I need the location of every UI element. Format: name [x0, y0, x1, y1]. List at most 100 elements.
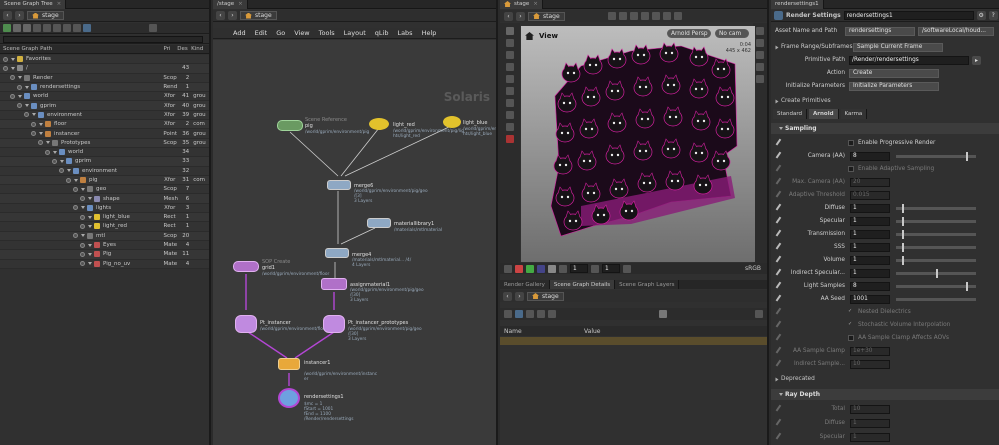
chevron-right-icon[interactable]	[775, 45, 779, 49]
points-icon[interactable]	[756, 63, 764, 71]
table-row[interactable]: Pig_no_uv Mate 4	[0, 259, 209, 269]
transmission-slider[interactable]	[896, 229, 976, 239]
tab-viewer[interactable]: stage ×	[500, 0, 543, 9]
menu-layout[interactable]: Layout	[344, 29, 366, 37]
chevron-down-icon[interactable]	[81, 206, 85, 210]
aa-seed-input[interactable]: 1001	[850, 294, 890, 304]
attributes-icon[interactable]	[515, 310, 523, 318]
path-field[interactable]: stage	[528, 11, 565, 21]
tab-stage-network[interactable]: /stage ×	[213, 0, 248, 9]
help-icon[interactable]: ?	[988, 11, 998, 20]
slider-handle[interactable]	[902, 216, 905, 226]
sss-input[interactable]: 1	[850, 242, 890, 252]
visibility-icon[interactable]	[59, 168, 64, 174]
chevron-down-icon[interactable]	[74, 178, 78, 182]
close-icon[interactable]: ×	[533, 1, 538, 7]
chevron-down-icon[interactable]	[46, 141, 50, 145]
exposure-icon[interactable]	[559, 264, 567, 273]
visibility-icon[interactable]	[73, 186, 78, 192]
visibility-icon[interactable]	[31, 121, 36, 127]
back-icon[interactable]: ‹	[503, 291, 512, 301]
chevron-down-icon[interactable]	[18, 76, 22, 80]
chevron-down-icon[interactable]	[67, 169, 71, 173]
frame-field[interactable]: 1	[570, 264, 588, 273]
tab-karma[interactable]: Karma	[840, 109, 868, 119]
table-row[interactable]: Prototypes Scop 35 grou	[0, 138, 209, 148]
column-des[interactable]: Des	[177, 46, 191, 52]
blue-channel-icon[interactable]	[537, 264, 545, 273]
rotate-icon[interactable]	[506, 51, 514, 59]
node-merge4[interactable]	[325, 248, 349, 258]
table-row[interactable]: rendersettings Rend 1	[0, 82, 209, 93]
display-icon[interactable]	[662, 12, 671, 20]
aa-clamp-input[interactable]: 1e+30	[850, 346, 890, 356]
aa-seed-slider[interactable]	[896, 297, 976, 301]
backface-icon[interactable]	[756, 51, 764, 59]
table-row[interactable]: instancer Point 36 grou	[0, 129, 209, 139]
metadata-icon[interactable]	[526, 310, 534, 318]
visibility-icon[interactable]	[10, 75, 15, 81]
brush-icon[interactable]	[775, 333, 786, 343]
node-merge6[interactable]	[327, 180, 351, 190]
move-icon[interactable]	[506, 39, 514, 47]
adaptive-threshold-input[interactable]: 0.015	[850, 190, 890, 200]
table-row[interactable]: Eyes Mate 4	[0, 240, 209, 251]
back-icon[interactable]: ‹	[216, 11, 225, 20]
camera-aa-input[interactable]: 8	[850, 151, 890, 161]
chevron-down-icon[interactable]	[11, 66, 15, 70]
checkbox[interactable]	[848, 166, 854, 172]
chevron-down-icon[interactable]	[25, 85, 29, 89]
menu-edit[interactable]: Edit	[255, 29, 268, 37]
tab-scene-graph-tree[interactable]: Scene Graph Tree ×	[0, 0, 67, 9]
close-icon[interactable]: ×	[238, 1, 243, 7]
table-row[interactable]: environment 32	[0, 166, 209, 176]
path-field[interactable]: stage	[527, 291, 564, 301]
init-dropdown[interactable]: Initialize Parameters	[849, 81, 939, 91]
chevron-down-icon[interactable]	[81, 187, 85, 191]
path-field[interactable]: stage	[27, 11, 64, 20]
node-rendersettings1[interactable]	[278, 388, 300, 408]
camera-icon[interactable]	[651, 12, 660, 20]
slider-handle[interactable]	[902, 242, 905, 252]
table-row[interactable]: lights Xfor 3	[0, 203, 209, 214]
node-grid1[interactable]	[233, 261, 259, 272]
details-icon[interactable]	[504, 310, 512, 318]
slider-handle[interactable]	[966, 151, 969, 161]
light-icon[interactable]	[53, 24, 61, 32]
select-icon[interactable]	[506, 27, 514, 35]
table-row[interactable]: floor Xfor 2 com	[0, 120, 209, 130]
tab-scene-graph-details[interactable]: Scene Graph Details	[549, 280, 616, 289]
table-row[interactable]: gprim 33	[0, 157, 209, 167]
path-field[interactable]: stage	[240, 11, 277, 20]
light-samples-slider[interactable]	[896, 281, 976, 291]
table-row[interactable]: light_red Rect 1	[0, 222, 209, 232]
search-input[interactable]	[3, 35, 203, 43]
column-pri[interactable]: Pri	[163, 46, 177, 52]
chevron-down-icon[interactable]	[88, 224, 92, 228]
details-selected-row[interactable]	[500, 337, 767, 345]
sss-slider[interactable]	[896, 242, 976, 252]
brush-icon[interactable]	[775, 138, 786, 148]
table-row[interactable]: world 34	[0, 147, 209, 158]
visibility-icon[interactable]	[73, 205, 78, 211]
node-pt-instancer-prototypes[interactable]	[323, 315, 345, 333]
tab-params[interactable]: rendersettings1	[771, 0, 824, 9]
chevron-down-icon[interactable]	[39, 122, 43, 126]
tab-arnold[interactable]: Arnold	[809, 109, 839, 119]
table-row[interactable]: world Xfor 41 grou	[0, 92, 209, 102]
light-tool-icon[interactable]	[506, 99, 514, 107]
forward-icon[interactable]: ›	[228, 11, 237, 20]
layers-icon[interactable]	[548, 310, 556, 318]
search-icon[interactable]	[149, 24, 157, 32]
brush-icon[interactable]	[775, 307, 786, 317]
chevron-down-icon[interactable]	[11, 57, 15, 61]
node-pig[interactable]	[277, 120, 303, 131]
indirect-sample-input[interactable]: 10	[850, 359, 890, 369]
menu-add[interactable]: Add	[233, 29, 246, 37]
menu-view[interactable]: View	[294, 29, 309, 37]
visibility-icon[interactable]	[10, 93, 15, 99]
visibility-icon[interactable]	[73, 24, 81, 32]
ray-depth-section[interactable]: Ray Depth	[771, 389, 999, 400]
grid-icon[interactable]	[63, 24, 71, 32]
wireframe-icon[interactable]	[756, 39, 764, 47]
